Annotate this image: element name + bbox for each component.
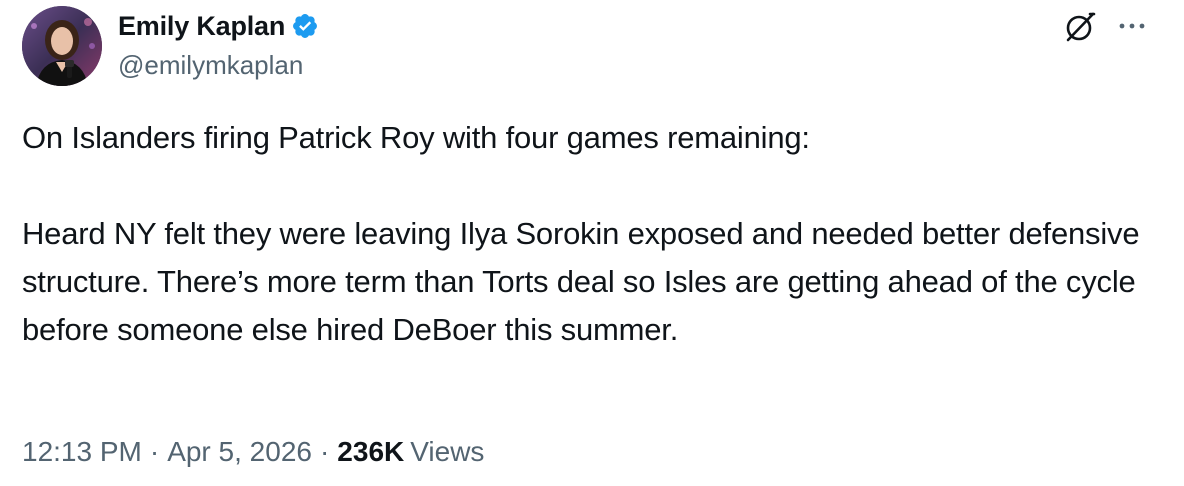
tweet-text: On Islanders firing Patrick Roy with fou…	[22, 120, 1140, 347]
views-label: Views	[410, 436, 485, 467]
meta-separator: ·	[319, 436, 330, 467]
author-handle[interactable]: @emilymkaplan	[118, 50, 303, 81]
verified-badge-icon[interactable]	[291, 12, 319, 40]
meta-separator: ·	[149, 436, 160, 467]
tweet-date[interactable]: Apr 5, 2026	[167, 436, 312, 468]
grok-icon[interactable]	[1063, 10, 1097, 44]
tweet-card: Emily Kaplan @emilymkaplan On Islanders …	[0, 0, 1184, 486]
tweet-time[interactable]: 12:13 PM	[22, 436, 142, 468]
avatar[interactable]	[22, 6, 102, 86]
views-count[interactable]: 236K	[337, 436, 404, 468]
author-name-row: Emily Kaplan	[118, 8, 319, 44]
tweet-meta: 12:13 PM · Apr 5, 2026 · 236K Views	[22, 436, 484, 468]
avatar-image	[22, 6, 102, 86]
author-display-name[interactable]: Emily Kaplan	[118, 11, 285, 42]
more-horizontal-icon[interactable]	[1116, 14, 1148, 38]
